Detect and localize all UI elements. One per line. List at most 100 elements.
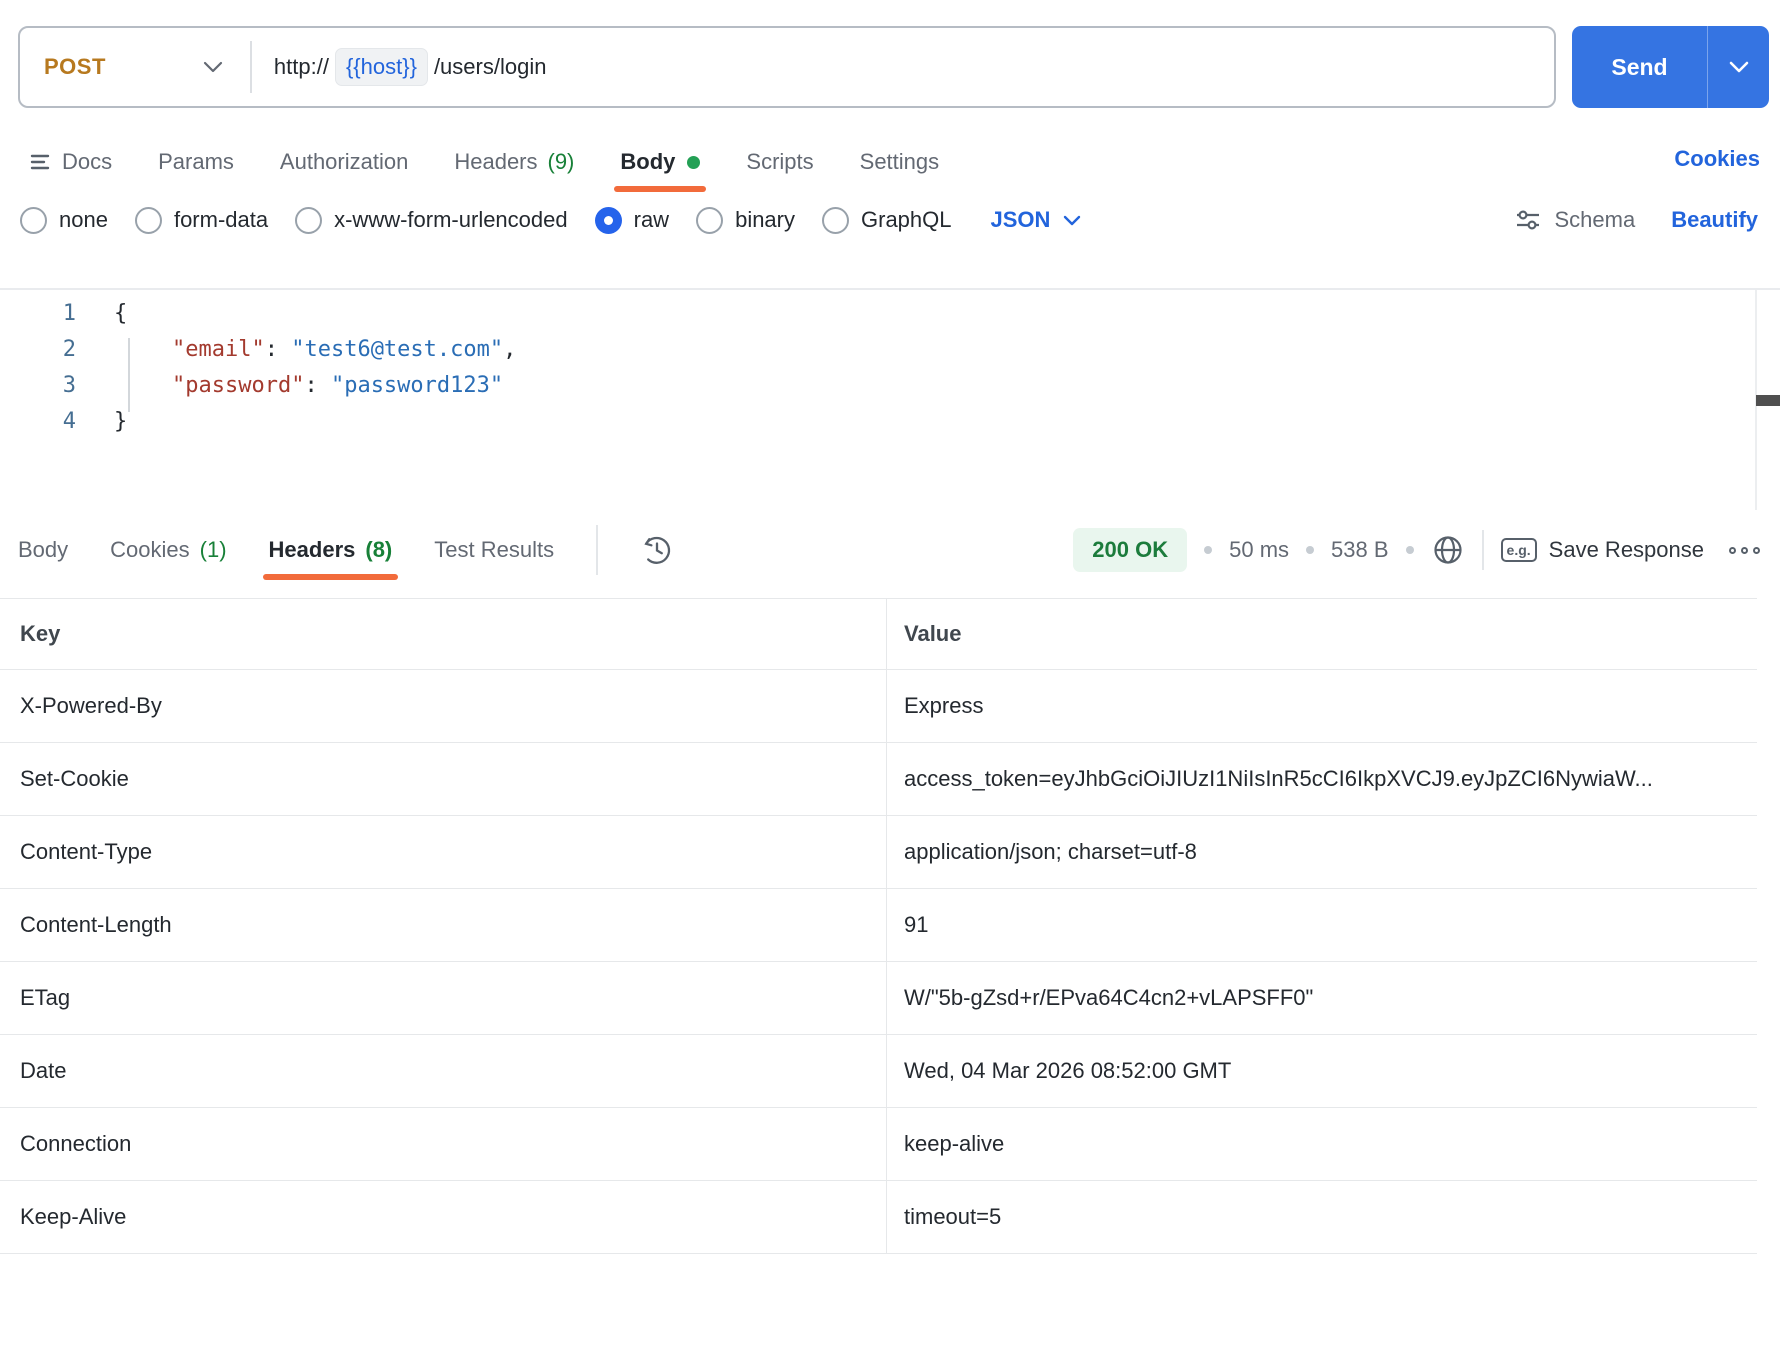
host-variable-chip[interactable]: {{host}} — [334, 48, 428, 86]
table-row: ETag W/"5b-gZsd+r/EPva64C4cn2+vLAPSFF0" — [0, 962, 1757, 1035]
method-selector[interactable]: POST — [20, 28, 224, 106]
line-number: 3 — [62, 373, 76, 398]
column-header-key: Key — [20, 621, 61, 646]
history-clock-icon — [640, 533, 674, 567]
radio-urlencoded-label: x-www-form-urlencoded — [334, 207, 568, 232]
header-value-cell: keep-alive — [886, 1108, 1757, 1180]
radio-raw[interactable]: raw — [594, 206, 669, 234]
request-body-editor[interactable]: 1 { 2 "email": "test6@test.com", 3 "pass… — [0, 288, 1780, 510]
table-row: Content-Length 91 — [0, 889, 1757, 962]
tab-scripts[interactable]: Scripts — [746, 132, 813, 192]
more-options-button[interactable] — [1729, 546, 1760, 554]
send-options-caret[interactable] — [1707, 26, 1769, 108]
header-key-cell: Set-Cookie — [20, 766, 129, 791]
tab-params[interactable]: Params — [158, 132, 234, 192]
cookies-link[interactable]: Cookies — [1674, 146, 1760, 172]
url-input[interactable]: http:// {{host}} /users/login — [273, 48, 546, 86]
header-key-cell: Connection — [20, 1131, 132, 1156]
header-key-cell: Content-Type — [20, 839, 153, 864]
body-modified-dot — [687, 155, 701, 169]
body-type-options: none form-data x-www-form-urlencoded raw… — [20, 196, 1082, 244]
header-value-cell: Express — [886, 670, 1757, 742]
method-label: POST — [44, 54, 106, 79]
tab-settings[interactable]: Settings — [860, 132, 940, 192]
response-size: 538 B — [1331, 537, 1389, 562]
header-value-cell: W/"5b-gZsd+r/EPva64C4cn2+vLAPSFF0" — [886, 962, 1757, 1034]
line-number: 1 — [62, 301, 76, 326]
response-tab-body[interactable]: Body — [18, 520, 68, 580]
radio-circle[interactable] — [822, 206, 849, 234]
response-tabs: Body Cookies (1) Headers (8) Test Result… — [18, 520, 674, 580]
indent-guide — [128, 338, 130, 412]
tab-authorization[interactable]: Authorization — [280, 132, 408, 192]
status-badge: 200 OK — [1073, 528, 1188, 572]
radio-graphql[interactable]: GraphQL — [822, 206, 952, 234]
radio-none[interactable]: none — [20, 206, 108, 234]
tab-params-label: Params — [158, 149, 234, 174]
response-tab-headers[interactable]: Headers (8) — [262, 520, 399, 580]
editor-scrollbar[interactable] — [1755, 290, 1780, 510]
tab-scripts-label: Scripts — [746, 149, 814, 174]
tab-docs[interactable]: Docs — [28, 132, 112, 192]
tab-body[interactable]: Body — [614, 132, 707, 192]
response-tab-headers-label: Headers — [268, 537, 356, 562]
radio-binary-label: binary — [735, 207, 795, 232]
radio-circle[interactable] — [696, 206, 724, 234]
save-response-button[interactable]: e.g. Save Response — [1500, 537, 1704, 563]
response-tab-cookies[interactable]: Cookies (1) — [110, 520, 226, 580]
code-token: : — [304, 373, 331, 398]
code-line: 4 } — [0, 404, 1780, 440]
radio-graphql-label: GraphQL — [861, 207, 952, 232]
language-selected-value: JSON — [990, 207, 1051, 232]
header-key-cell: X-Powered-By — [20, 693, 162, 718]
radio-circle-selected[interactable] — [594, 206, 622, 234]
editor-actions: Schema Beautify — [1514, 196, 1758, 244]
radio-circle[interactable] — [295, 206, 323, 234]
response-history-button[interactable] — [640, 533, 674, 567]
response-tab-test-results[interactable]: Test Results — [434, 520, 554, 580]
line-number: 4 — [62, 409, 76, 434]
line-number: 2 — [62, 337, 76, 362]
network-info-button[interactable] — [1431, 533, 1465, 567]
separator-dot — [1306, 546, 1315, 554]
header-value-cell: 91 — [886, 889, 1757, 961]
radio-form-data[interactable]: form-data — [134, 206, 268, 234]
scrollbar-thumb[interactable] — [1756, 395, 1780, 406]
radio-circle[interactable] — [134, 206, 162, 234]
header-key-cell: ETag — [20, 985, 71, 1010]
request-tabs: Docs Params Authorization Headers (9) Bo… — [28, 132, 939, 192]
send-button-label[interactable]: Send — [1572, 26, 1707, 108]
example-icon: e.g. — [1500, 538, 1537, 562]
globe-icon — [1431, 533, 1465, 567]
table-header-row: Key Value — [0, 598, 1757, 670]
url-scheme: http:// — [273, 54, 329, 79]
send-button[interactable]: Send — [1572, 26, 1769, 108]
tab-headers[interactable]: Headers (9) — [454, 132, 574, 192]
header-key-cell: Keep-Alive — [20, 1204, 127, 1229]
app-window: POST http:// {{host}} /users/login Send … — [0, 0, 1780, 1358]
code-token: { — [114, 301, 128, 326]
active-tab-underline — [614, 186, 707, 192]
code-token: : — [264, 337, 292, 362]
radio-circle[interactable] — [20, 206, 47, 234]
schema-button[interactable]: Schema — [1514, 206, 1635, 234]
header-key-cell: Content-Length — [20, 912, 172, 937]
tab-settings-label: Settings — [859, 149, 940, 174]
column-header-value: Value — [886, 599, 1757, 669]
code-token: "test6@test.com" — [291, 337, 504, 362]
sliders-icon — [1514, 206, 1542, 234]
separator-dot — [1405, 546, 1414, 554]
radio-urlencoded[interactable]: x-www-form-urlencoded — [295, 206, 568, 234]
code-line: 2 "email": "test6@test.com", — [0, 332, 1780, 368]
tab-body-label: Body — [620, 149, 676, 174]
active-tab-underline — [262, 574, 399, 580]
header-value-cell: timeout=5 — [886, 1181, 1757, 1253]
tab-headers-label: Headers — [454, 149, 538, 174]
code-line: 3 "password": "password123" — [0, 368, 1780, 404]
response-headers-count-badge: (8) — [365, 537, 393, 562]
beautify-button[interactable]: Beautify — [1671, 207, 1758, 233]
save-response-label: Save Response — [1548, 537, 1704, 562]
language-selector[interactable]: JSON — [991, 207, 1083, 233]
response-headers-table-body: X-Powered-By Express Set-Cookie access_toke… — [0, 670, 1757, 1254]
radio-binary[interactable]: binary — [696, 206, 795, 234]
